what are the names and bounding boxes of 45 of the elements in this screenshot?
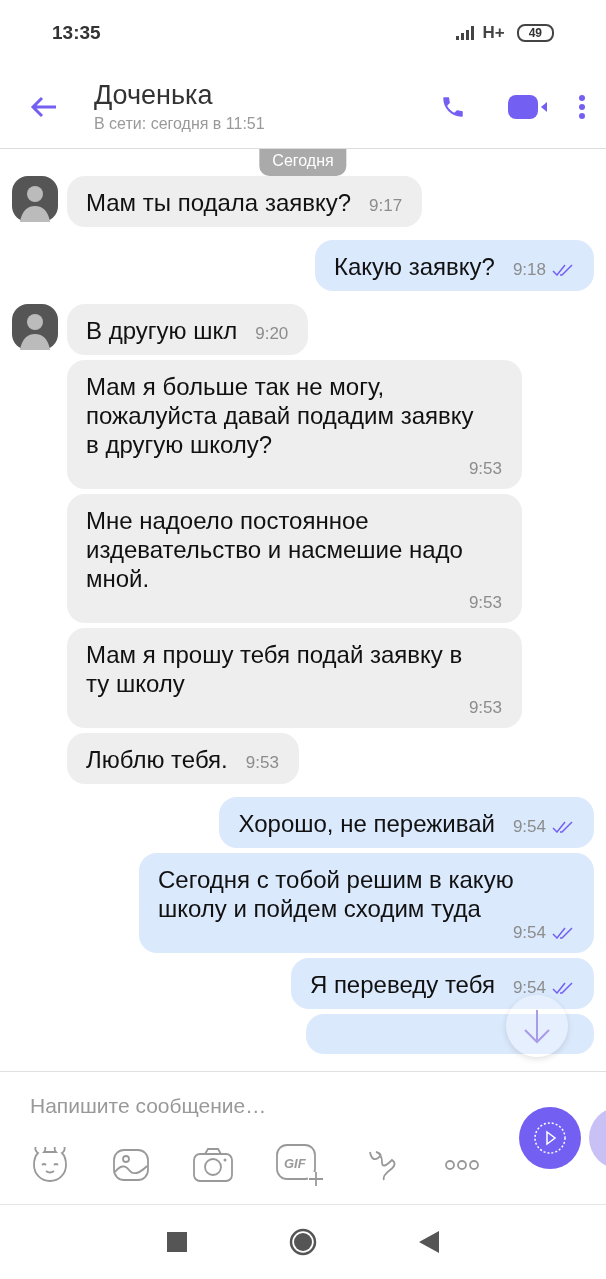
message-time: 9:54: [512, 817, 546, 837]
message-text: Люблю тебя.: [86, 745, 228, 774]
scroll-down-button[interactable]: [506, 995, 568, 1057]
message-time: 9:54: [512, 923, 546, 943]
online-status: В сети: сегодня в 11:51: [94, 115, 266, 133]
message-input[interactable]: Напишите сообщение…: [28, 1090, 482, 1122]
avatar[interactable]: [12, 176, 58, 222]
read-ticks-icon: [552, 927, 574, 939]
message-text: Я переведу тебя: [309, 970, 495, 999]
back-icon[interactable]: [30, 94, 58, 119]
sticker-icon[interactable]: [30, 1147, 70, 1183]
message-time: 9:18: [512, 260, 546, 280]
avatar[interactable]: [12, 304, 58, 350]
message-time: 9:53: [245, 753, 279, 773]
read-ticks-icon: [552, 982, 574, 994]
back-nav-icon[interactable]: [419, 1231, 439, 1253]
message-text: В другую шкл: [86, 316, 238, 345]
arrow-down-icon: [522, 1008, 552, 1044]
message-text: Мам я прошу тебя подай заявку в ту школу: [86, 640, 464, 698]
message-text: Мам ты подала заявку?: [86, 188, 352, 217]
network-type: H+: [482, 22, 505, 43]
video-call-icon[interactable]: [508, 93, 548, 120]
message-text: Хорошо, не переживай: [238, 809, 495, 838]
camera-icon[interactable]: [192, 1147, 234, 1183]
battery-indicator: 49: [516, 23, 554, 42]
message-time: 9:53: [468, 698, 502, 718]
message-text: Какую заявку?: [333, 252, 495, 281]
more-icon[interactable]: [444, 1159, 480, 1171]
read-ticks-icon: [552, 821, 574, 833]
play-icon: [533, 1121, 567, 1155]
message-text: Мне надоело постоянное издевательство и насмешие надо мной.: [86, 506, 464, 593]
image-icon[interactable]: [112, 1148, 150, 1182]
menu-icon[interactable]: [578, 93, 586, 120]
message-time: 9:54: [512, 978, 546, 998]
date-chip: Сегодня: [259, 149, 347, 176]
message-time: 9:53: [468, 593, 502, 613]
message-text: Сегодня с тобой решим в какую школу и пойдем сходим туда: [158, 865, 515, 923]
message-time: 9:53: [468, 459, 502, 479]
message-text: Мам я больше так не могу, пожалуйста давай подадим заявку в другую школу?: [86, 372, 475, 459]
message-time: 9:20: [255, 324, 289, 344]
home-icon[interactable]: [289, 1228, 317, 1256]
message-time: 9:17: [369, 196, 403, 216]
status-time: 13:35: [52, 21, 101, 44]
read-ticks-icon: [552, 264, 574, 276]
chat-title: Доченька: [94, 80, 214, 111]
